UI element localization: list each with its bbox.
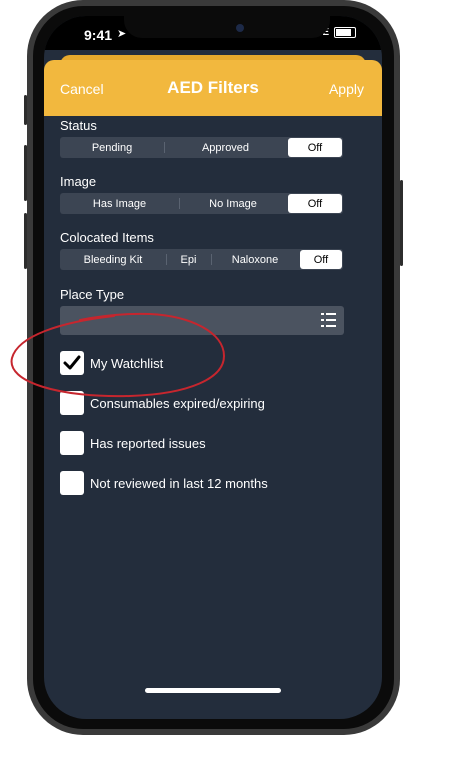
annotation-circle [10, 312, 226, 398]
